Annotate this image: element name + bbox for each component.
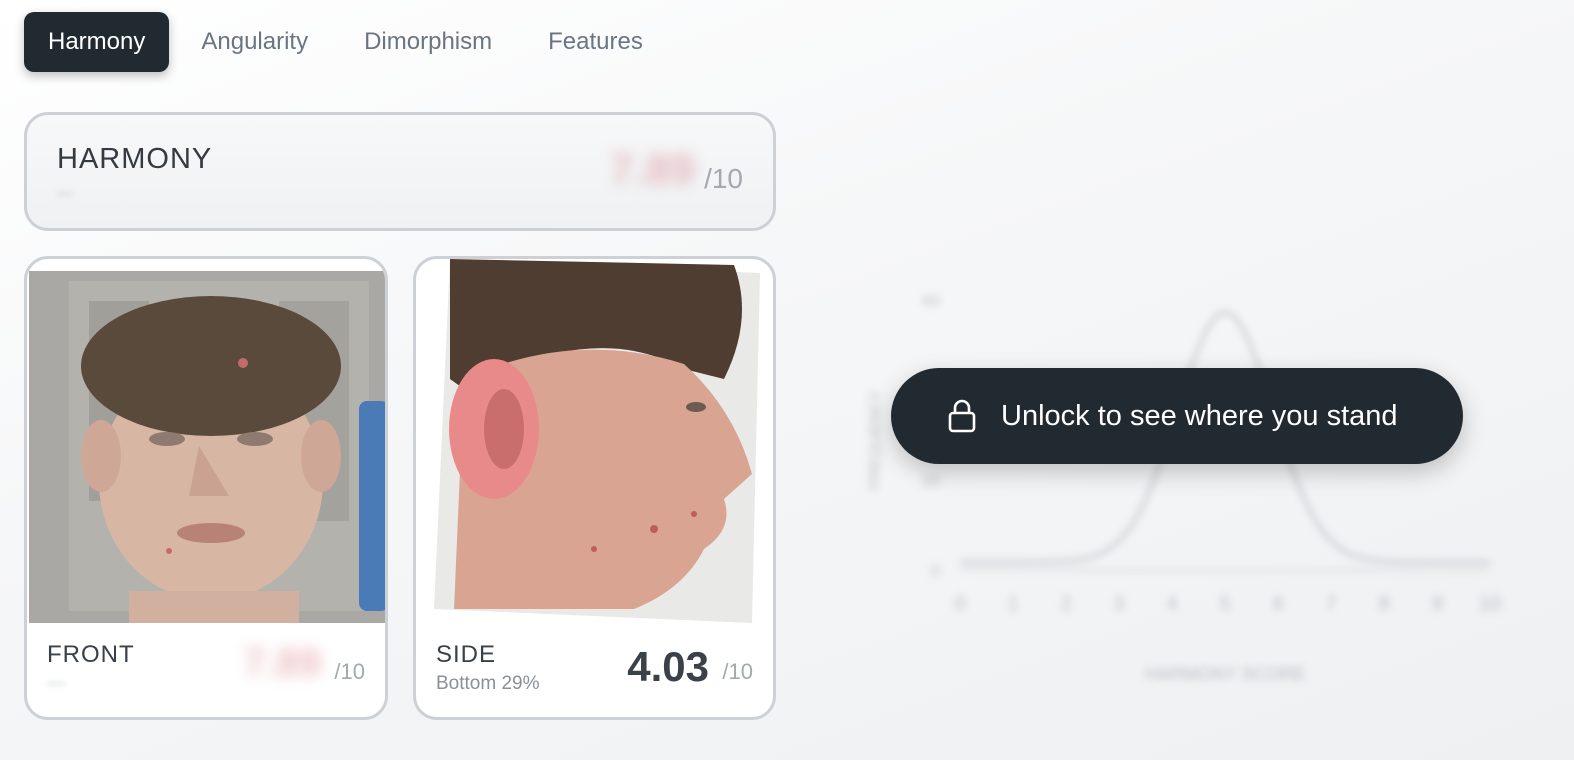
harmony-rank: — [57, 185, 73, 202]
front-label-area: FRONT — 7.89 /10 [27, 617, 385, 717]
tab-dimorphism[interactable]: Dimorphism [340, 12, 516, 72]
x-tick-label: 3 [1113, 593, 1124, 615]
tab-harmony[interactable]: Harmony [24, 12, 170, 72]
x-tick-label: 2 [1060, 593, 1071, 615]
unlock-label: Unlock to see where you stand [1001, 399, 1398, 432]
x-tick-label: 4 [1166, 593, 1177, 615]
x-tick-label: 7 [1325, 593, 1336, 615]
x-tick-label: 9 [1431, 593, 1442, 615]
tab-bar: Harmony Angularity Dimorphism Features [24, 12, 675, 72]
tab-features[interactable]: Features [524, 12, 667, 72]
front-label: FRONT [47, 641, 135, 668]
tab-angularity[interactable]: Angularity [177, 12, 332, 72]
x-tick-label: 0 [954, 593, 965, 615]
lock-icon [948, 399, 976, 433]
front-photo-card[interactable]: FRONT — 7.89 /10 [24, 256, 388, 720]
y-tick-label: 60 [922, 293, 940, 310]
front-face-photo [29, 271, 385, 623]
front-denominator: /10 [334, 659, 365, 684]
side-denominator: /10 [722, 659, 753, 684]
x-axis-label: HARMONY SCORE [1145, 664, 1306, 684]
y-tick-label: 0 [931, 563, 940, 580]
x-tick-label: 5 [1219, 593, 1230, 615]
side-label-area: SIDE Bottom 29% 4.03 /10 [416, 617, 773, 717]
harmony-score-card: HARMONY — 7.89 /10 [24, 112, 776, 231]
side-photo-card[interactable]: SIDE Bottom 29% 4.03 /10 [413, 256, 776, 720]
side-face-photo [434, 259, 760, 623]
side-rank: Bottom 29% [436, 673, 540, 694]
y-axis-label: FREQUENCY [867, 389, 884, 490]
distribution-chart: 0123456789100204060HARMONY SCOREFREQUENC… [840, 260, 1540, 700]
front-score-blurred: 7.89 [243, 641, 321, 685]
side-label: SIDE [436, 641, 497, 668]
harmony-denominator: /10 [704, 163, 743, 194]
y-tick-label: 20 [922, 473, 940, 490]
front-rank: — [47, 673, 66, 694]
x-tick-label: 8 [1378, 593, 1389, 615]
side-score: 4.03 [627, 643, 709, 690]
x-tick-label: 10 [1479, 593, 1501, 615]
x-tick-label: 6 [1272, 593, 1283, 615]
harmony-score-blurred: 7.89 [609, 145, 695, 194]
harmony-title: HARMONY [57, 143, 213, 175]
x-tick-label: 1 [1007, 593, 1018, 615]
unlock-button[interactable]: Unlock to see where you stand [891, 368, 1463, 464]
